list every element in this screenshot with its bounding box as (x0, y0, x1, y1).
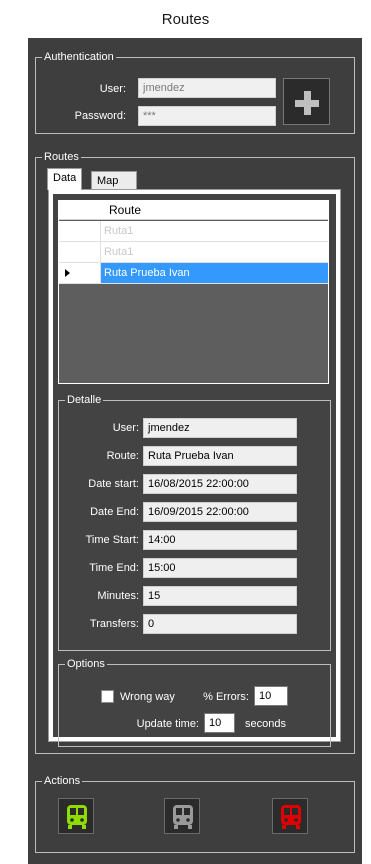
start-route-button[interactable] (58, 798, 94, 834)
routes-grid[interactable]: Route Ruta1 Ruta1 Ruta Prueba Ivan (58, 200, 329, 384)
detail-route-field[interactable]: Ruta Prueba Ivan (143, 446, 297, 466)
auth-password-label: Password: (74, 110, 126, 122)
plus-icon-vertical (304, 91, 311, 115)
wrong-way-checkbox[interactable] (101, 690, 114, 703)
table-row[interactable]: Ruta1 (59, 242, 328, 263)
detail-route-label: Route: (106, 450, 139, 462)
seconds-label: seconds (245, 718, 286, 730)
detail-transfers-label: Transfers: (89, 618, 139, 630)
detail-date-start-label: Date start: (88, 478, 139, 490)
detail-date-start-field[interactable]: 16/08/2015 22:00:00 (143, 474, 297, 494)
auth-user-input[interactable]: jmendez (138, 78, 276, 98)
data-tab-content: Route Ruta1 Ruta1 Ruta Prueba Ivan Detal… (53, 194, 336, 747)
detail-user-field[interactable]: jmendez (143, 418, 297, 438)
authentication-legend: Authentication (42, 50, 116, 64)
tab-data[interactable]: Data (47, 168, 83, 190)
row-header[interactable] (59, 221, 101, 242)
options-legend: Options (65, 657, 107, 671)
route-cell[interactable]: Ruta Prueba Ivan (101, 263, 328, 284)
errors-input[interactable]: 10 (254, 686, 288, 706)
pause-route-button[interactable] (164, 798, 200, 834)
errors-label: % Errors: (203, 691, 249, 703)
detail-minutes-label: Minutes: (97, 590, 139, 602)
detail-time-end-field[interactable]: 15:00 (143, 558, 297, 578)
detail-time-start-field[interactable]: 14:00 (143, 530, 297, 550)
detail-user-label: User: (112, 422, 139, 434)
row-header[interactable] (59, 263, 101, 284)
detail-minutes-field[interactable]: 15 (143, 586, 297, 606)
detail-transfers-field[interactable]: 0 (143, 614, 297, 634)
add-user-button[interactable] (283, 78, 330, 125)
bus-icon (281, 805, 301, 829)
detail-time-end-label: Time End: (89, 562, 139, 574)
main-panel: Authentication User: jmendez Password: *… (28, 38, 362, 864)
detalle-legend: Detalle (65, 393, 104, 407)
detail-date-end-label: Date End: (90, 506, 139, 518)
detail-date-end-field[interactable]: 16/09/2015 22:00:00 (143, 502, 297, 522)
route-cell[interactable]: Ruta1 (101, 221, 328, 242)
authentication-group: Authentication User: jmendez Password: *… (35, 50, 355, 134)
actions-group: Actions (35, 774, 355, 853)
grid-header: Route (59, 201, 328, 220)
update-time-input[interactable]: 10 (204, 713, 235, 733)
auth-password-input[interactable]: *** (138, 106, 276, 126)
table-row-selected[interactable]: Ruta Prueba Ivan (59, 263, 328, 284)
routes-legend: Routes (42, 150, 81, 164)
bus-icon (67, 805, 87, 829)
stop-route-button[interactable] (272, 798, 308, 834)
window-title: Routes (0, 0, 371, 38)
tab-map[interactable]: Map (91, 171, 137, 190)
table-row[interactable]: Ruta1 (59, 221, 328, 242)
detalle-group: Detalle User: jmendez Route: Ruta Prueba… (58, 393, 331, 651)
bus-icon (173, 805, 193, 829)
route-column-header[interactable]: Route (109, 203, 141, 217)
update-time-label: Update time: (136, 718, 199, 730)
row-header[interactable] (59, 242, 101, 263)
current-row-arrow-icon (65, 269, 70, 277)
options-group: Options Wrong way % Errors: 10 Update ti… (58, 657, 331, 747)
route-cell[interactable]: Ruta1 (101, 242, 328, 263)
auth-user-label: User: (99, 83, 126, 95)
data-tab-page: Route Ruta1 Ruta1 Ruta Prueba Ivan Detal… (48, 189, 341, 747)
actions-legend: Actions (42, 774, 83, 788)
detail-time-start-label: Time Start: (85, 534, 139, 546)
wrong-way-label[interactable]: Wrong way (120, 690, 175, 704)
